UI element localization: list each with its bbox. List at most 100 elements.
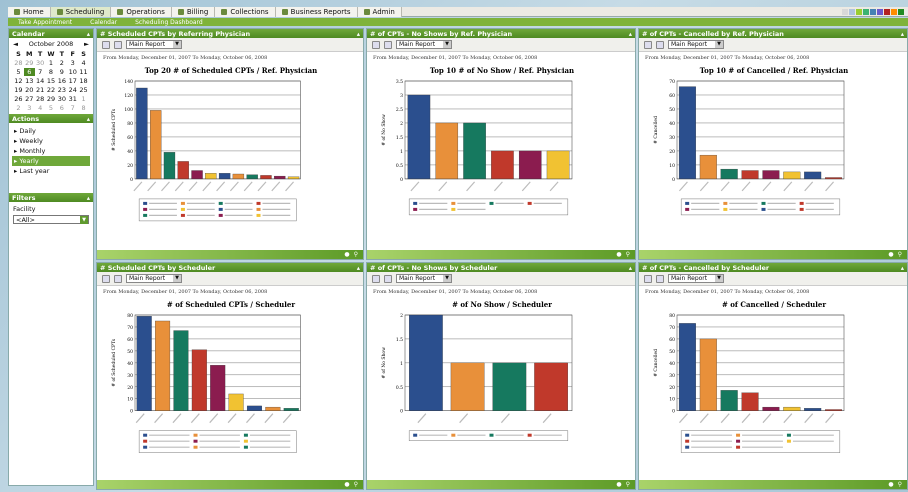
calendar-day[interactable]: 27 [24,95,35,103]
action-daily[interactable]: ▸ Daily [12,126,90,136]
calendar-day[interactable]: 14 [35,77,46,85]
calendar-day[interactable]: 26 [13,95,24,103]
calendar-day[interactable]: 30 [35,59,46,67]
calendar-day[interactable]: 19 [13,86,24,94]
chart-bar[interactable] [265,406,281,411]
tab-operations[interactable]: Operations [111,6,172,17]
chart-bar[interactable] [741,392,759,411]
collapse-icon[interactable]: ▴ [629,30,632,38]
calendar-day[interactable]: 5 [13,68,24,76]
collapse-icon[interactable]: ▴ [629,264,632,272]
calendar-day[interactable]: 15 [46,77,57,85]
chart-bar[interactable] [246,174,258,180]
chevron-down-icon[interactable]: ▼ [443,41,451,48]
chart-bar[interactable] [210,365,226,411]
refresh-icon[interactable]: ● [616,251,621,258]
chart-bar[interactable] [678,323,696,411]
calendar-day[interactable]: 20 [24,86,35,94]
export-icon[interactable] [644,40,652,49]
calendar-day[interactable]: 7 [67,104,78,112]
tab-scheduling[interactable]: Scheduling [50,6,112,17]
chart-bar[interactable] [407,94,431,180]
calendar-day[interactable]: 11 [78,68,89,76]
chart-bar[interactable] [534,362,568,411]
chart-bar[interactable] [205,173,217,180]
chart-bar[interactable] [409,314,443,411]
zoom-icon[interactable]: ⚲ [898,481,902,488]
export-icon[interactable] [644,274,652,283]
calendar-day[interactable]: 6 [56,104,67,112]
print-icon[interactable] [656,274,664,283]
chart-bar[interactable] [678,86,696,180]
export-icon[interactable] [102,40,110,49]
chart-bar[interactable] [274,175,286,180]
export-icon[interactable] [372,40,380,49]
calendar-day[interactable]: 30 [56,95,67,103]
chart-bar[interactable] [150,110,162,180]
calendar-day[interactable]: 3 [24,104,35,112]
chart-bar[interactable] [155,320,171,411]
calendar-day[interactable]: 2 [13,104,24,112]
calendar-day[interactable]: 24 [67,86,78,94]
chart-bar[interactable] [191,170,203,180]
chevron-down-icon[interactable]: ▼ [173,275,181,282]
calendar-day[interactable]: 3 [67,59,78,67]
report-select[interactable]: Main Report ▼ [396,274,452,283]
print-icon[interactable] [656,40,664,49]
calendar-day[interactable]: 12 [13,77,24,85]
chart-bar[interactable] [699,154,717,180]
collapse-icon[interactable]: ▴ [87,30,90,38]
chart-bar[interactable] [699,338,717,411]
refresh-icon[interactable]: ● [616,481,621,488]
chart-bar[interactable] [741,170,759,180]
theme-swatch[interactable] [856,8,862,15]
print-icon[interactable] [114,274,122,283]
chart-bar[interactable] [804,408,822,411]
chart-bar[interactable] [804,171,822,180]
calendar-day[interactable]: 22 [46,86,57,94]
print-icon[interactable] [384,40,392,49]
report-select[interactable]: Main Report ▼ [668,274,724,283]
theme-swatch[interactable] [877,8,883,15]
chart-bar[interactable] [163,152,176,180]
theme-swatch[interactable] [898,8,904,15]
next-month-button[interactable]: ► [84,40,89,48]
calendar-day[interactable]: 10 [67,68,78,76]
theme-swatch[interactable] [891,8,897,15]
calendar-day[interactable]: 21 [35,86,46,94]
chart-bar[interactable] [762,170,780,180]
calendar-day[interactable]: 16 [56,77,67,85]
chart-bar[interactable] [463,122,486,180]
collapse-icon[interactable]: ▴ [87,115,90,123]
chevron-down-icon[interactable]: ▼ [715,275,723,282]
calendar-day[interactable]: 8 [46,68,57,76]
chart-bar[interactable] [825,409,843,411]
chart-bar[interactable] [720,390,738,411]
chart-bar[interactable] [783,406,801,411]
calendar-day[interactable]: 5 [46,104,57,112]
chevron-down-icon[interactable]: ▼ [80,215,88,224]
calendar-day[interactable]: 25 [78,86,89,94]
calendar-day[interactable]: 29 [46,95,57,103]
subtab-take-appointment[interactable]: Take Appointment [18,19,72,26]
chart-bar[interactable] [246,405,262,411]
calendar-day[interactable]: 28 [13,59,24,67]
calendar-day[interactable]: 1 [46,59,57,67]
report-select[interactable]: Main Report ▼ [126,40,182,49]
chart-bar[interactable] [450,362,485,411]
chevron-down-icon[interactable]: ▼ [715,41,723,48]
theme-swatch[interactable] [849,8,855,15]
report-select[interactable]: Main Report ▼ [126,274,182,283]
calendar-day[interactable]: 23 [56,86,67,94]
chart-bar[interactable] [518,150,542,180]
calendar-day[interactable]: 4 [78,59,89,67]
theme-swatch[interactable] [842,8,848,15]
export-icon[interactable] [372,274,380,283]
calendar-day[interactable]: 31 [67,95,78,103]
facility-select[interactable]: <All> ▼ [13,215,89,224]
chart-bar[interactable] [136,316,152,411]
chart-bar[interactable] [825,177,843,180]
subtab-scheduling-dashboard[interactable]: Scheduling Dashboard [135,19,203,26]
chart-bar[interactable] [283,408,299,411]
calendar-day[interactable]: 17 [67,77,78,85]
